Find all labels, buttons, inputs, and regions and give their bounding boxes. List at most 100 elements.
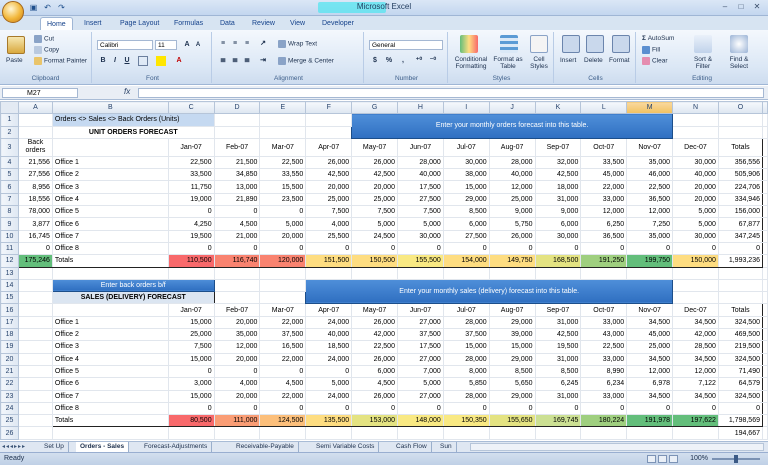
sales-value[interactable]: 29,000: [488, 389, 536, 403]
currency-button[interactable]: $: [370, 56, 380, 66]
sales-value[interactable]: 20,000: [213, 352, 261, 366]
cell[interactable]: [259, 125, 307, 139]
order-value[interactable]: 9,000: [534, 205, 582, 219]
order-value[interactable]: 5,000: [351, 217, 398, 231]
order-value[interactable]: 4,250: [167, 217, 215, 231]
sales-value[interactable]: 5,000: [396, 377, 444, 391]
sales-total[interactable]: 0: [717, 401, 764, 416]
cell[interactable]: [534, 426, 582, 440]
cell[interactable]: [762, 328, 768, 342]
sales-value[interactable]: 12,000: [626, 364, 674, 379]
underline-button[interactable]: U: [122, 56, 132, 66]
close-button[interactable]: ✕: [750, 1, 764, 13]
order-value[interactable]: 7,500: [351, 205, 398, 219]
order-value[interactable]: 6,250: [580, 217, 628, 231]
sales-value[interactable]: 16,500: [259, 340, 307, 354]
row-header[interactable]: 3: [0, 137, 19, 157]
row-header[interactable]: 24: [0, 401, 19, 416]
cell[interactable]: [762, 401, 768, 416]
cell[interactable]: [17, 426, 53, 440]
order-value[interactable]: 25,000: [305, 192, 353, 207]
sales-month-total[interactable]: 153,000: [351, 414, 398, 428]
sales-month-total[interactable]: 197,622: [672, 414, 719, 428]
order-value[interactable]: 5,000: [672, 205, 719, 219]
cell[interactable]: [488, 426, 536, 440]
sheet-nav-arrows[interactable]: ◂◂◂▸▸▸: [2, 443, 26, 450]
month-header[interactable]: Feb-07: [213, 137, 261, 157]
back-order-value[interactable]: 16,745: [17, 229, 53, 243]
sales-value[interactable]: 6,245: [534, 377, 582, 391]
sales-value[interactable]: 22,000: [259, 352, 307, 366]
column-header-b[interactable]: B: [51, 101, 169, 115]
back-order-value[interactable]: 78,000: [17, 205, 53, 219]
month-header[interactable]: Sep-07: [534, 137, 582, 157]
sales-value[interactable]: 12,000: [213, 340, 261, 354]
cell[interactable]: [51, 266, 169, 280]
cell[interactable]: [626, 266, 674, 280]
sheet-tab-forecast-adjustments[interactable]: Forecast-Adjustments: [140, 442, 213, 452]
cell[interactable]: [396, 266, 444, 280]
back-order-value[interactable]: 8,956: [17, 180, 53, 194]
order-value[interactable]: 30,000: [396, 229, 444, 243]
orders-forecast-note[interactable]: Enter your monthly orders forecast into …: [351, 113, 674, 139]
sales-value[interactable]: 5,000: [305, 377, 353, 391]
cell[interactable]: [762, 155, 768, 170]
format-painter-button[interactable]: Format Painter: [34, 57, 87, 65]
order-month-total[interactable]: 116,740: [213, 254, 261, 268]
zoom-slider-thumb[interactable]: [734, 455, 738, 463]
maximize-button[interactable]: □: [734, 1, 748, 13]
column-header-g[interactable]: G: [351, 101, 398, 115]
row-header[interactable]: 10: [0, 229, 19, 243]
column-header-k[interactable]: K: [534, 101, 582, 115]
order-value[interactable]: 25,500: [305, 229, 353, 243]
horizontal-scrollbar[interactable]: [470, 443, 764, 451]
office-name[interactable]: Office 2: [51, 168, 169, 182]
sales-value[interactable]: 33,000: [580, 389, 628, 403]
row-header[interactable]: 5: [0, 168, 19, 182]
order-value[interactable]: 30,000: [672, 155, 719, 170]
cell[interactable]: [51, 303, 169, 317]
order-value[interactable]: 28,000: [488, 155, 536, 170]
tab-formulas[interactable]: Formulas: [168, 17, 209, 30]
order-value[interactable]: 40,000: [488, 168, 536, 182]
order-value[interactable]: 31,000: [534, 192, 582, 207]
cell[interactable]: [762, 229, 768, 243]
sales-value[interactable]: 22,500: [351, 340, 398, 354]
order-value[interactable]: 0: [213, 241, 261, 256]
order-value[interactable]: 0: [442, 241, 490, 256]
totals-header[interactable]: Totals: [717, 137, 764, 157]
sales-value[interactable]: 28,000: [442, 352, 490, 366]
row-header[interactable]: 15: [0, 291, 19, 305]
column-header-j[interactable]: J: [488, 101, 536, 115]
order-value[interactable]: 29,000: [442, 192, 490, 207]
cell[interactable]: [762, 389, 768, 403]
month-header[interactable]: Nov-07: [626, 137, 674, 157]
borders-icon[interactable]: [138, 56, 148, 66]
sales-value[interactable]: 8,000: [442, 364, 490, 379]
sales-value[interactable]: 40,000: [305, 328, 353, 342]
office-name[interactable]: Office 8: [51, 401, 169, 416]
order-value[interactable]: 33,500: [167, 168, 215, 182]
sales-value[interactable]: 0: [488, 401, 536, 416]
sales-value[interactable]: 4,000: [213, 377, 261, 391]
back-order-value[interactable]: 21,556: [17, 155, 53, 170]
minimize-button[interactable]: –: [718, 1, 732, 13]
sales-value[interactable]: 6,000: [351, 364, 398, 379]
row-header[interactable]: 17: [0, 315, 19, 330]
totals-label[interactable]: Totals: [51, 254, 169, 268]
orders-grand-total[interactable]: 1,993,236: [717, 254, 764, 268]
column-header-a[interactable]: A: [17, 101, 53, 115]
order-value[interactable]: 0: [488, 241, 536, 256]
sales-value[interactable]: 28,000: [442, 389, 490, 403]
sales-value[interactable]: 31,000: [534, 389, 582, 403]
sales-value[interactable]: 0: [259, 401, 307, 416]
sales-forecast-title[interactable]: SALES (DELIVERY) FORECAST: [51, 291, 215, 305]
order-value[interactable]: 0: [534, 241, 582, 256]
font-size-select[interactable]: 11: [155, 40, 177, 50]
sheet-tab-orders-sales[interactable]: Orders - Sales: [76, 442, 130, 452]
order-month-total[interactable]: 168,500: [534, 254, 582, 268]
order-value[interactable]: 19,500: [167, 229, 215, 243]
cell[interactable]: [17, 401, 53, 416]
sales-value[interactable]: 4,500: [259, 377, 307, 391]
month-header[interactable]: Oct-07: [580, 303, 628, 317]
